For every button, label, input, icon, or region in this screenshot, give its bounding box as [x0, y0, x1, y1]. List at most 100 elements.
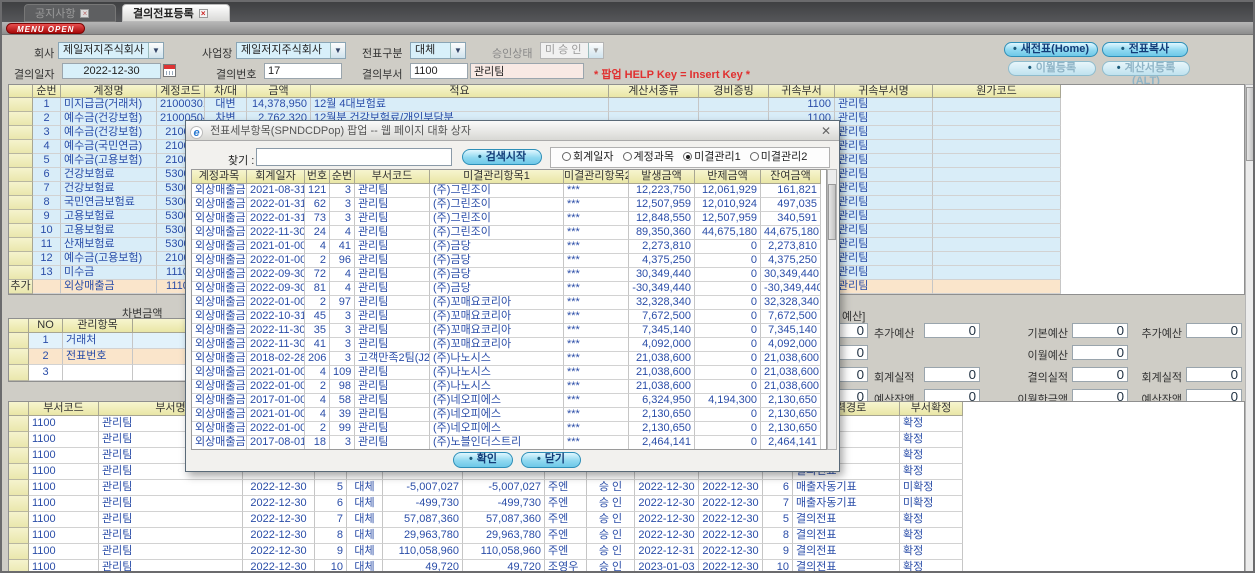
cell: 2,130,650	[629, 422, 695, 436]
table-row[interactable]: 외상매출금 2022-10-31 45 3 관리팀 (주)꼬매요코리아 *** 7,672,5…	[192, 310, 826, 324]
company-select[interactable]: 제일저지주식회사 ▼	[58, 42, 164, 59]
cell: 2022-12-30	[243, 496, 315, 512]
cell: 12,507,959	[629, 198, 695, 212]
close-button[interactable]: 닫기	[521, 452, 581, 468]
calendar-icon[interactable]	[163, 64, 176, 77]
table-row[interactable]: 외상매출금 2021-08-31 121 3 관리팀 (주)그린조이 *** 12,223,7…	[192, 184, 826, 198]
cell: 주엔	[545, 528, 587, 544]
radio-acct-date[interactable]	[562, 152, 571, 161]
column-header: 금액	[247, 85, 311, 98]
cell: (주)금당	[430, 240, 564, 254]
main-scrollbar[interactable]	[1245, 84, 1253, 571]
tab-slip-register[interactable]: 결의전표등록 ×	[122, 4, 230, 22]
search-start-button[interactable]: 검색시작	[462, 149, 542, 165]
cell: 주엔	[545, 544, 587, 560]
cell	[933, 280, 1061, 294]
scrollbar-thumb[interactable]	[828, 184, 836, 240]
table-row[interactable]: 외상매출금 2022-09-30 72 4 관리팀 (주)금당 *** 30,349,440 0…	[192, 268, 826, 282]
table-row[interactable]: 1100 관리팀 2022-12-30 9 대체 110,058,960 110,058,9…	[9, 544, 1244, 560]
find-input[interactable]	[256, 148, 452, 166]
slip-no-input[interactable]	[264, 63, 342, 79]
cell: 2,130,650	[761, 422, 821, 436]
cell: 21,038,600	[761, 380, 821, 394]
radio-account[interactable]	[622, 152, 632, 161]
tab-close-icon[interactable]: ×	[198, 9, 208, 18]
confirm-button[interactable]: 확인	[453, 452, 513, 468]
slip-type-select[interactable]: 대체 ▼	[410, 42, 466, 59]
menu-open-badge[interactable]: MENU OPEN	[6, 23, 86, 34]
cell: 4,092,000	[629, 338, 695, 352]
cell: 72	[305, 268, 330, 282]
popup-title-text: 전표세부항목(SPNDCDPop) 팝업 -- 웹 페이지 대화 상자	[210, 125, 471, 137]
table-row[interactable]: 1100 관리팀 2022-12-30 5 대체 -5,007,027 -5,007,027…	[9, 480, 1244, 496]
cell: 99	[330, 422, 355, 436]
table-row[interactable]: 1100 관리팀 2022-12-30 8 대체 29,963,780 29,963,780…	[9, 528, 1244, 544]
cell: 2021-01-00	[247, 240, 305, 254]
tab-close-icon[interactable]: ×	[80, 9, 90, 18]
table-row[interactable]: 1100 관리팀 2022-12-30 10 대체 49,720 49,720 조영우 승 인2…	[9, 560, 1244, 571]
column-header: 계정코드	[157, 85, 205, 98]
cell: 7,345,140	[629, 324, 695, 338]
chevron-down-icon: ▼	[588, 43, 603, 58]
approval-date-input[interactable]	[62, 63, 161, 79]
table-row[interactable]: 외상매출금 2022-01-31 62 3 관리팀 (주)그린조이 *** 12,507,95…	[192, 198, 826, 212]
column-header: 원가코드	[933, 85, 1061, 98]
cell: 2017-08-01	[247, 436, 305, 449]
tab-notice[interactable]: 공지사항 ×	[24, 4, 116, 22]
table-row[interactable]: 외상매출금 2022-01-31 73 3 관리팀 (주)그린조이 *** 12,848,55…	[192, 212, 826, 226]
cell: 2023-01-03	[635, 560, 699, 571]
table-row[interactable]: 외상매출금 2022-09-30 81 4 관리팀 (주)금당 *** -30,349,440…	[192, 282, 826, 296]
cell: 5	[315, 480, 347, 496]
table-row[interactable]: 외상매출금 2018-02-28 206 3 고객만족2팀(J2 (주)나노시스 *** 21…	[192, 352, 826, 366]
cell: 11	[33, 238, 61, 252]
new-slip-button[interactable]: 새전표(Home)	[1004, 42, 1098, 57]
table-row[interactable]: 외상매출금 2021-01-00 4 39 관리팀 (주)네오피에스 *** 2,130,65…	[192, 408, 826, 422]
company-label: 회사	[34, 48, 55, 60]
table-row[interactable]: 외상매출금 2021-01-00 4 41 관리팀 (주)금당 *** 2,273,810 0 2…	[192, 240, 826, 254]
search-type-radio-group: 회계일자 계정과목 미결관리1 미결관리2	[550, 147, 830, 168]
cell: 4	[330, 226, 355, 240]
table-row[interactable]: 외상매출금 2022-01-00 2 96 관리팀 (주)금당 *** 4,375,250 0 4…	[192, 254, 826, 268]
cell: 4,194,300	[695, 394, 761, 408]
radio-open-mgmt2[interactable]	[749, 152, 759, 161]
table-row[interactable]: 1100 관리팀 2022-12-30 7 대체 57,087,360 57,087,360…	[9, 512, 1244, 528]
table-row[interactable]: 외상매출금 2022-01-00 2 98 관리팀 (주)나노시스 *** 21,038,60…	[192, 380, 826, 394]
cell: ***	[564, 268, 629, 282]
radio-open-mgmt1[interactable]	[683, 152, 693, 161]
cell: 7,345,140	[761, 324, 821, 338]
table-row[interactable]: 1 미지급금(거래처) 21000301 대변 14,378,950 12월 4대보험료 1…	[9, 98, 1244, 112]
scrollbar-thumb[interactable]	[1246, 87, 1253, 161]
table-row[interactable]: 외상매출금 2022-11-30 35 3 관리팀 (주)꼬매요코리아 *** 7,345,1…	[192, 324, 826, 338]
cell: 대체	[347, 560, 383, 571]
cell: 2022-12-30	[699, 496, 763, 512]
table-row[interactable]: 외상매출금 2022-11-30 24 4 관리팀 (주)그린조이 *** 89,350,36…	[192, 226, 826, 240]
table-row[interactable]: 외상매출금 2017-01-00 4 58 관리팀 (주)네오피에스 *** 6,324,95…	[192, 394, 826, 408]
cell: 미수금	[61, 266, 157, 280]
cell: 관리팀	[835, 266, 933, 280]
column-header: 미결관리항목1	[430, 170, 564, 184]
popup-scrollbar[interactable]	[827, 169, 837, 450]
site-select[interactable]: 제일저지주식회사 ▼	[236, 42, 346, 59]
cell: 건강보험료	[61, 182, 157, 196]
table-row[interactable]: 외상매출금 2021-01-00 4 109 관리팀 (주)나노시스 *** 21,038,6…	[192, 366, 826, 380]
cell: 관리팀	[835, 140, 933, 154]
table-row[interactable]: 외상매출금 2022-01-00 2 97 관리팀 (주)꼬매요코리아 *** 32,328,…	[192, 296, 826, 310]
cell	[699, 98, 769, 112]
close-icon[interactable]: ✕	[819, 124, 833, 138]
table-row[interactable]: 1100 관리팀 2022-12-30 6 대체 -499,730 -499,730 주엔 승 …	[9, 496, 1244, 512]
cell: 관리팀	[355, 240, 430, 254]
approval-dept-code-input[interactable]	[410, 63, 468, 79]
table-row[interactable]: 외상매출금 2022-11-30 41 3 관리팀 (주)꼬매요코리아 *** 4,092,0…	[192, 338, 826, 352]
cell: 확정	[900, 528, 963, 544]
cell: 2022-12-30	[699, 512, 763, 528]
cell: (주)노블인더스트리	[430, 436, 564, 449]
popup-title-bar[interactable]: e 전표세부항목(SPNDCDPop) 팝업 -- 웹 페이지 대화 상자 ✕	[186, 121, 839, 141]
budget-account-actual-label: 회계실적	[874, 372, 915, 384]
cell: 승 인	[587, 560, 635, 571]
cell: 5	[33, 154, 61, 168]
copy-slip-button[interactable]: 전표복사	[1102, 42, 1188, 57]
cell: 6	[763, 480, 793, 496]
cell	[963, 432, 1244, 448]
table-row[interactable]: 외상매출금 2022-01-00 2 99 관리팀 (주)네오피에스 *** 2,130,65…	[192, 422, 826, 436]
table-row[interactable]: 외상매출금 2017-08-01 18 3 관리팀 (주)노블인더스트리 *** 2,464,…	[192, 436, 826, 449]
